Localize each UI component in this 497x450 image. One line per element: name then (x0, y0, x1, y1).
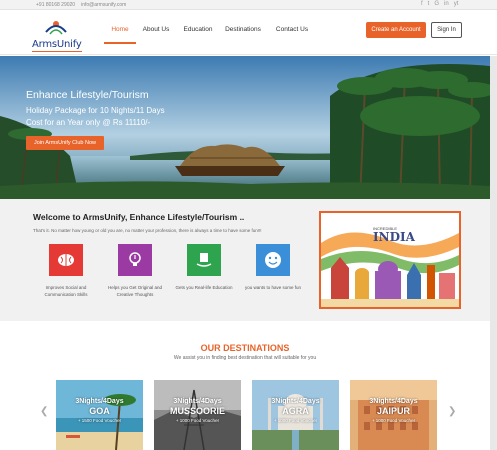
mussoorie-duration: 3Nights/4Days (173, 398, 222, 405)
lightbulb-icon (118, 244, 152, 276)
mussoorie-name: MUSSOORIE (169, 406, 225, 416)
brand-name: ArmsUnify (32, 39, 82, 50)
email-text: info@armsunify.com (81, 2, 127, 8)
destination-card-goa[interactable]: 3Nights/4Days GOA + 1500 Food Voucher (56, 380, 143, 450)
destination-card-mussoorie[interactable]: 3Nights/4Days MUSSOORIE + 1000 Food Vouc… (154, 380, 241, 450)
carousel-next-icon[interactable]: ❯ (448, 406, 456, 417)
feature-creative: Helps you Get Original and Creative Thou… (105, 244, 165, 298)
agra-name: AGRA (282, 406, 309, 416)
destination-card-agra[interactable]: 3Nights/4Days AGRA + 1000 Food Voucher (252, 380, 339, 450)
phone-text: +91 80168 29020 (36, 2, 76, 8)
linkedin-icon[interactable]: in (444, 1, 449, 7)
nav-education[interactable]: Education (182, 26, 214, 33)
feature-fun-label: you wants to have some fun (244, 285, 302, 290)
feature-education: Gets you Real-life Education (174, 244, 234, 292)
feature-social: Improves Social and Communication Skills (36, 244, 96, 298)
contact-info: +91 80168 29020 info@armsunify.com (36, 2, 126, 8)
agra-duration: 3Nights/4Days (271, 398, 320, 405)
join-club-button[interactable]: Join ArmsUnify Club Now (26, 136, 104, 150)
hero-cost-text: Cost for an Year only @ Rs 11110/- (26, 118, 151, 127)
destinations-title: OUR DESTINATIONS (200, 343, 290, 353)
book-hand-icon (187, 244, 221, 276)
smiley-icon (256, 244, 290, 276)
sign-in-button[interactable]: Sign In (431, 22, 462, 38)
brand-logo[interactable]: ArmsUnify (32, 18, 84, 52)
nav-about[interactable]: About Us (140, 26, 172, 33)
top-bar: +91 80168 29020 info@armsunify.com f t G… (0, 0, 497, 10)
create-account-button[interactable]: Create an Account (366, 22, 426, 38)
hero-package-text: Holiday Package for 10 Nights/11 Days (26, 106, 165, 115)
destination-card-jaipur[interactable]: 3Nights/4Days JAIPUR + 1000 Food Voucher (350, 380, 437, 450)
india-big-text: INDIA (373, 230, 415, 244)
logo-underline (32, 51, 82, 52)
jaipur-duration: 3Nights/4Days (369, 398, 418, 405)
youtube-icon[interactable]: yt (454, 1, 459, 7)
goa-duration: 3Nights/4Days (75, 398, 124, 405)
nav-home[interactable]: Home (104, 26, 136, 44)
feature-fun: you wants to have some fun (243, 244, 303, 292)
jaipur-voucher: + 1000 Food Voucher (371, 418, 416, 423)
hero-title: Enhance Lifestyle/Tourism (26, 89, 149, 101)
feature-education-label: Gets you Real-life Education (175, 285, 233, 290)
facebook-icon[interactable]: f (421, 1, 423, 7)
jaipur-name: JAIPUR (376, 406, 410, 416)
logo-mark-icon (45, 21, 67, 35)
carousel-prev-icon[interactable]: ❮ (40, 406, 48, 417)
agra-voucher: + 1000 Food Voucher (273, 418, 318, 423)
site-header: ArmsUnify Home About Us Education Destin… (0, 10, 497, 55)
hero-banner: Enhance Lifestyle/Tourism Holiday Packag… (0, 56, 490, 199)
destinations-section: OUR DESTINATIONS We assist you in findin… (0, 321, 490, 450)
incredible-india-banner: INCREDIBLE INDIA (319, 211, 461, 309)
goa-voucher: + 1500 Food Voucher (77, 418, 122, 423)
mussoorie-voucher: + 1000 Food Voucher (175, 418, 220, 423)
welcome-title: Welcome to ArmsUnify, Enhance Lifestyle/… (33, 212, 245, 222)
hero-backwaters-image (0, 56, 490, 199)
twitter-icon[interactable]: t (428, 1, 430, 7)
brain-icon (49, 244, 83, 276)
feature-creative-label: Helps you Get Original and Creative Thou… (107, 285, 163, 297)
social-links: f t G in yt (421, 1, 458, 7)
right-gutter (490, 56, 497, 450)
nav-destinations[interactable]: Destinations (222, 26, 264, 33)
nav-contact[interactable]: Contact Us (272, 26, 312, 33)
welcome-description: That's it. No matter how young or old yo… (33, 228, 262, 233)
goa-name: GOA (89, 406, 110, 416)
welcome-section: Welcome to ArmsUnify, Enhance Lifestyle/… (0, 199, 490, 321)
google-icon[interactable]: G (434, 1, 439, 7)
destinations-subtitle: We assist you in finding best destinatio… (173, 355, 317, 361)
feature-social-label: Improves Social and Communication Skills (44, 285, 88, 297)
